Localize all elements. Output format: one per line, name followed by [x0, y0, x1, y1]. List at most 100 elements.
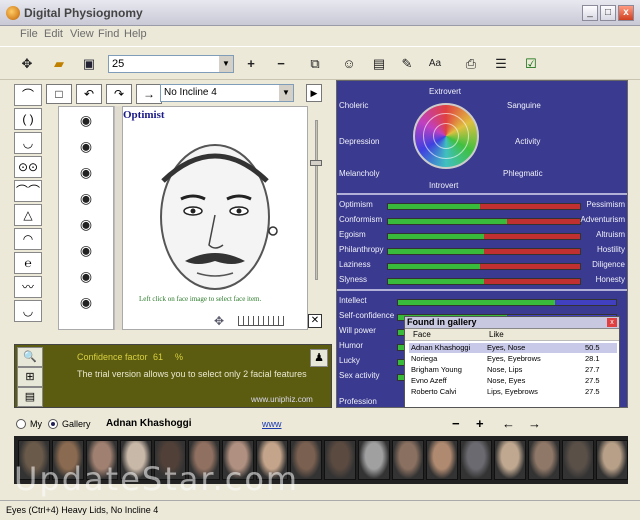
eye-option-icon[interactable]: ◉: [59, 185, 113, 211]
zoom-select[interactable]: 25 ▼: [108, 55, 234, 73]
trait-bar: [387, 278, 581, 285]
edit-icon[interactable]: ✎: [398, 55, 416, 73]
gallery-thumbnail[interactable]: [426, 440, 458, 480]
match-features: Eyes, Nose: [487, 343, 526, 352]
incline-slider[interactable]: [310, 120, 322, 280]
eyebrow-tab-icon[interactable]: ◡: [14, 132, 42, 154]
close-icon[interactable]: x: [607, 318, 617, 327]
column-like[interactable]: Like: [489, 330, 504, 339]
gallery-thumbnail[interactable]: [562, 440, 594, 480]
feature-scrollbar[interactable]: [114, 106, 122, 330]
face-icon[interactable]: ☺: [340, 55, 358, 73]
gallery-thumbnail[interactable]: [596, 440, 628, 480]
gallery-match-row[interactable]: Brigham Young Nose, Lips 27.7: [409, 365, 617, 375]
arrow-left-icon[interactable]: ←: [502, 416, 515, 431]
face-title: Optimist: [123, 109, 165, 121]
menu-edit[interactable]: Edit: [44, 28, 63, 40]
eyebrows-tab-icon[interactable]: ⌒⌒: [14, 180, 42, 202]
trait-right-label: Pessimism: [586, 200, 625, 209]
list-icon[interactable]: ☰: [492, 55, 510, 73]
incline-select[interactable]: No Incline 4 ▼: [160, 84, 294, 102]
gallery-match-row[interactable]: Adnan Khashoggi Eyes, Nose 50.5: [409, 343, 617, 353]
menu-file[interactable]: File: [20, 28, 38, 40]
arrow-button[interactable]: →: [136, 84, 162, 104]
move-icon[interactable]: ✥: [214, 314, 224, 328]
zoom-face-icon[interactable]: 🔍: [17, 347, 43, 367]
gallery-match-row[interactable]: Evno Azeff Nose, Eyes 27.5: [409, 376, 617, 386]
remove-icon[interactable]: −: [452, 416, 460, 431]
print-icon[interactable]: ⎙: [462, 55, 480, 73]
menu-view[interactable]: View: [70, 28, 94, 40]
column-face[interactable]: Face: [413, 330, 431, 339]
gallery-thumbnail[interactable]: [494, 440, 526, 480]
eye-option-icon[interactable]: ◉: [59, 133, 113, 159]
nose-tab-icon[interactable]: △: [14, 204, 42, 226]
type-icon[interactable]: Aa: [426, 55, 444, 73]
gallery-match-row[interactable]: Noriega Eyes, Eyebrows 28.1: [409, 354, 617, 364]
status-bar: Eyes (Ctrl+4) Heavy Lids, No Incline 4: [0, 500, 640, 520]
gallery-thumbnail[interactable]: [324, 440, 356, 480]
face-canvas[interactable]: Optimist Left click on face image to sel…: [122, 106, 308, 330]
person-icon[interactable]: ♟: [310, 349, 328, 367]
copy-icon[interactable]: ⧉: [306, 55, 324, 73]
gallery-thumbnail[interactable]: [528, 440, 560, 480]
chevron-down-icon[interactable]: ▼: [219, 56, 233, 72]
gallery-thumbnail[interactable]: [460, 440, 492, 480]
gallery-thumbnail[interactable]: [392, 440, 424, 480]
menu-find[interactable]: Find: [98, 28, 119, 40]
gallery-controls: My Gallery Adnan Khashoggi www − + ← →: [14, 416, 628, 434]
gallery-match-row[interactable]: Roberto Calvi Lips, Eyebrows 27.5: [409, 387, 617, 397]
eye-option-icon[interactable]: ◉: [59, 289, 113, 315]
hair-tab-icon[interactable]: ⌒: [14, 84, 42, 106]
face-shape-tab-icon[interactable]: ( ): [14, 108, 42, 130]
gallery-thumbnail[interactable]: [358, 440, 390, 480]
eye-option-icon[interactable]: ◉: [59, 159, 113, 185]
eye-option-icon[interactable]: ◉: [59, 263, 113, 289]
radio-gallery[interactable]: [48, 419, 58, 429]
checkbox-icon[interactable]: ☑: [522, 55, 540, 73]
chin-tab-icon[interactable]: ◡: [14, 300, 42, 322]
match-features: Eyes, Eyebrows: [487, 354, 541, 363]
mustache-tab-icon[interactable]: 〰: [14, 276, 42, 298]
radio-my[interactable]: [16, 419, 26, 429]
lips-tab-icon[interactable]: ◠: [14, 228, 42, 250]
website-link[interactable]: www.uniphiz.com: [251, 395, 313, 404]
confidence-unit: %: [175, 352, 184, 362]
trait-right-label: Honesty: [595, 275, 625, 284]
ear-tab-icon[interactable]: ℮: [14, 252, 42, 274]
trait-row: Laziness Diligence: [337, 259, 627, 273]
slider-thumb[interactable]: [310, 160, 322, 166]
save-icon[interactable]: ▣: [80, 55, 98, 73]
trait-right-label: Hostility: [596, 245, 625, 254]
info-panel: 🔍 ⊞ ▤ Confidence factor 61 % The trial v…: [14, 344, 332, 408]
match-score: 27.5: [585, 376, 600, 385]
zoom-out-icon[interactable]: −: [272, 55, 290, 73]
select-box-button[interactable]: □: [46, 84, 72, 104]
add-icon[interactable]: +: [476, 416, 484, 431]
play-button[interactable]: ▶: [306, 84, 322, 102]
chevron-down-icon[interactable]: ▼: [279, 85, 293, 101]
menu-help[interactable]: Help: [124, 28, 147, 40]
text-panel-icon[interactable]: ▤: [17, 387, 43, 407]
found-in-gallery-popup: Found in gallery x Face Like Adnan Khash…: [404, 316, 620, 408]
maximize-button[interactable]: □: [600, 5, 616, 21]
zoom-in-icon[interactable]: +: [242, 55, 260, 73]
person-www-link[interactable]: www: [262, 419, 282, 429]
open-folder-icon[interactable]: ▰: [50, 55, 68, 73]
redo-button[interactable]: ↷: [106, 84, 132, 104]
undo-button[interactable]: ↶: [76, 84, 102, 104]
close-button[interactable]: x: [618, 5, 634, 21]
zoom-grid-icon[interactable]: ⊞: [17, 367, 43, 387]
reset-button[interactable]: ✕: [308, 314, 322, 328]
face-sketch[interactable]: [123, 121, 309, 305]
eye-option-icon[interactable]: ◉: [59, 237, 113, 263]
eye-option-icon[interactable]: ◉: [59, 211, 113, 237]
confidence-value: 61: [153, 352, 164, 362]
document-icon[interactable]: ▤: [370, 55, 388, 73]
minimize-button[interactable]: _: [582, 5, 598, 21]
move-icon[interactable]: ✥: [18, 55, 36, 73]
arrow-right-icon[interactable]: →: [528, 416, 541, 431]
scale-ruler[interactable]: [238, 316, 284, 326]
eyes-tab-icon[interactable]: ⊙⊙: [14, 156, 42, 178]
eye-option-icon[interactable]: ◉: [59, 107, 113, 133]
